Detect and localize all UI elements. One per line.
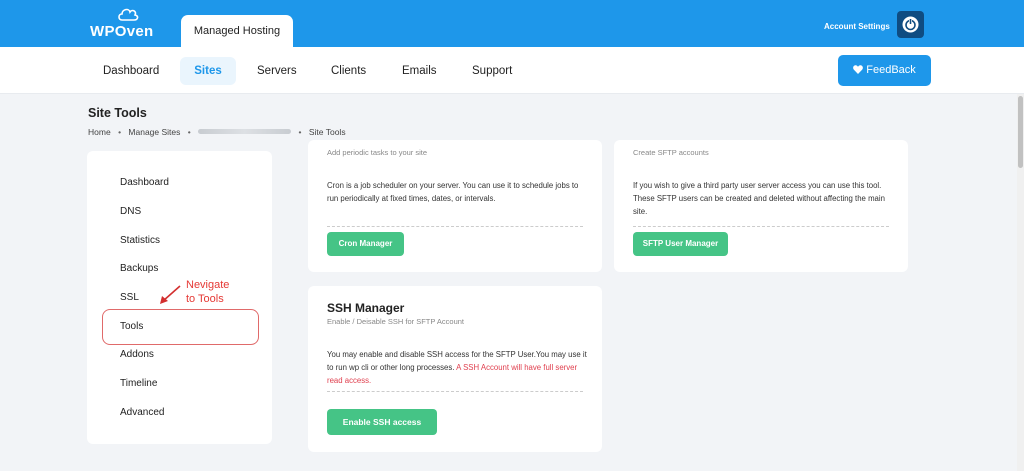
divider <box>633 226 889 227</box>
account-settings-link[interactable]: Account Settings <box>824 22 890 31</box>
breadcrumb-separator: • <box>118 126 122 137</box>
ssh-subtitle: Enable / Deisable SSH for SFTP Account <box>327 317 465 326</box>
power-icon <box>902 16 919 33</box>
annotation-line-2: to Tools <box>186 293 224 305</box>
sidebar-item-timeline[interactable]: Timeline <box>120 378 157 389</box>
breadcrumb-separator: • <box>187 126 191 137</box>
sftp-description: If you wish to give a third party user s… <box>633 181 885 216</box>
ssh-card: SSH Manager Enable / Deisable SSH for SF… <box>308 286 602 452</box>
enable-ssh-access-button[interactable]: Enable SSH access <box>327 409 437 435</box>
annotation-line-1: Nevigate <box>186 279 230 291</box>
nav-sites[interactable]: Sites <box>180 57 236 85</box>
page-title: Site Tools <box>88 106 147 120</box>
heart-icon <box>853 65 864 74</box>
avatar[interactable] <box>897 11 924 38</box>
logo-text: WPOven <box>90 23 154 40</box>
nav-emails[interactable]: Emails <box>390 57 449 85</box>
sftp-card: Create SFTP accounts If you wish to give… <box>614 140 908 272</box>
nav-dashboard[interactable]: Dashboard <box>91 57 171 85</box>
nav-support[interactable]: Support <box>460 57 524 85</box>
sftp-subtitle: Create SFTP accounts <box>633 148 709 157</box>
breadcrumb: Home • Manage Sites • • Site Tools <box>88 126 346 137</box>
annotation-arrow-icon <box>160 285 181 304</box>
divider <box>327 391 583 392</box>
sidebar-item-addons[interactable]: Addons <box>120 349 154 360</box>
cron-card: Add periodic tasks to your site Cron is … <box>308 140 602 272</box>
sidebar-item-backups[interactable]: Backups <box>120 263 158 274</box>
breadcrumb-site-name-redacted[interactable] <box>198 129 292 135</box>
breadcrumb-manage-sites[interactable]: Manage Sites <box>128 127 180 137</box>
cron-manager-button[interactable]: Cron Manager <box>327 232 404 256</box>
top-bar: WPOven Managed Hosting Account Settings <box>0 0 1024 47</box>
sidebar-item-dashboard[interactable]: Dashboard <box>120 177 169 188</box>
sidebar-item-advanced[interactable]: Advanced <box>120 407 164 418</box>
main-nav: Dashboard Sites Servers Clients Emails S… <box>0 47 1024 94</box>
annotation-text: Nevigate to Tools <box>186 278 229 306</box>
sidebar-item-dns[interactable]: DNS <box>120 206 141 217</box>
ssh-title: SSH Manager <box>327 301 405 315</box>
breadcrumb-site-tools: Site Tools <box>308 126 346 137</box>
scrollbar-thumb[interactable] <box>1018 96 1023 168</box>
tools-highlight-box <box>102 309 259 345</box>
divider <box>327 226 583 227</box>
ssh-description: You may enable and disable SSH access fo… <box>327 348 589 387</box>
sidebar-item-ssl[interactable]: SSL <box>120 292 139 303</box>
sftp-user-manager-button[interactable]: SFTP User Manager <box>633 232 728 256</box>
cron-description: Cron is a job scheduler on your server. … <box>327 181 579 203</box>
sidebar-item-statistics[interactable]: Statistics <box>120 235 160 246</box>
breadcrumb-separator: • <box>298 126 302 137</box>
nav-servers[interactable]: Servers <box>245 57 309 85</box>
feedback-button[interactable]: FeedBack <box>838 55 931 86</box>
feedback-label: FeedBack <box>866 64 916 76</box>
breadcrumb-home[interactable]: Home <box>88 127 111 137</box>
tab-managed-hosting[interactable]: Managed Hosting <box>181 15 293 47</box>
nav-clients[interactable]: Clients <box>319 57 378 85</box>
cloud-icon <box>118 8 139 21</box>
cron-subtitle: Add periodic tasks to your site <box>327 148 428 157</box>
